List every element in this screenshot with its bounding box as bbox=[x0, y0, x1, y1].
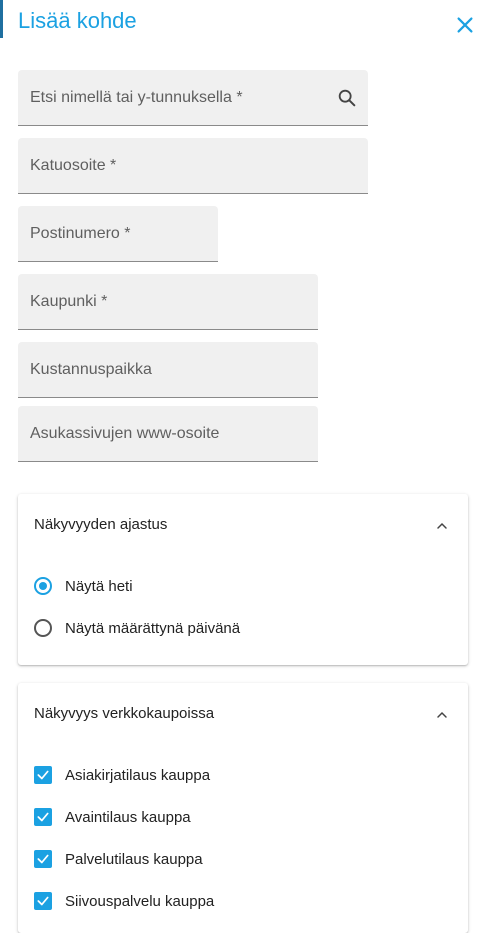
checkbox-label: Siivouspalvelu kauppa bbox=[65, 892, 215, 910]
radio-show-on-date[interactable]: Näytä määrättynä päivänä bbox=[34, 616, 240, 640]
postal-code-placeholder: Postinumero * bbox=[30, 225, 131, 242]
street-field[interactable]: Katuosoite * bbox=[18, 138, 368, 194]
dialog-title: Lisää kohde bbox=[18, 8, 137, 33]
checkbox-label: Palvelutilaus kauppa bbox=[65, 850, 203, 868]
shop-visibility-title[interactable]: Näkyvyys verkkokaupoissa bbox=[34, 705, 214, 722]
search-field[interactable]: Etsi nimellä tai y-tunnuksella * bbox=[18, 70, 368, 126]
cost-center-placeholder: Kustannuspaikka bbox=[30, 361, 152, 378]
city-field[interactable]: Kaupunki * bbox=[18, 274, 318, 330]
radio-label: Näytä määrättynä päivänä bbox=[65, 619, 241, 637]
radio-selected-icon[interactable] bbox=[34, 577, 52, 595]
checkbox-key-shop[interactable]: Avaintilaus kauppa bbox=[34, 805, 191, 829]
checkbox-document-shop[interactable]: Asiakirjatilaus kauppa bbox=[34, 763, 210, 787]
radio-show-now[interactable]: Näytä heti bbox=[34, 574, 133, 598]
postal-code-field[interactable]: Postinumero * bbox=[18, 206, 218, 262]
checkbox-label: Avaintilaus kauppa bbox=[65, 808, 191, 826]
checkbox-checked-icon[interactable] bbox=[34, 766, 52, 784]
search-icon[interactable] bbox=[336, 87, 358, 109]
website-placeholder: Asukassivujen www-osoite bbox=[30, 425, 220, 442]
shop-visibility-panel: Näkyvyys verkkokaupoissa Asiakirjatilaus… bbox=[18, 683, 468, 933]
cost-center-field[interactable]: Kustannuspaikka bbox=[18, 342, 318, 398]
checkbox-label: Asiakirjatilaus kauppa bbox=[65, 766, 211, 784]
checkbox-cleaning-shop[interactable]: Siivouspalvelu kauppa bbox=[34, 889, 214, 913]
radio-unselected-icon[interactable] bbox=[34, 619, 52, 637]
checkbox-checked-icon[interactable] bbox=[34, 850, 52, 868]
checkbox-checked-icon[interactable] bbox=[34, 808, 52, 826]
visibility-timing-title[interactable]: Näkyvyyden ajastus bbox=[34, 516, 167, 533]
radio-label: Näytä heti bbox=[65, 577, 133, 595]
website-field[interactable]: Asukassivujen www-osoite bbox=[18, 406, 318, 462]
search-placeholder: Etsi nimellä tai y-tunnuksella * bbox=[30, 89, 243, 106]
close-icon[interactable] bbox=[454, 14, 476, 36]
chevron-up-icon[interactable] bbox=[434, 518, 450, 534]
street-placeholder: Katuosoite * bbox=[30, 157, 117, 174]
checkbox-service-shop[interactable]: Palvelutilaus kauppa bbox=[34, 847, 203, 871]
chevron-up-icon[interactable] bbox=[434, 707, 450, 723]
visibility-timing-panel: Näkyvyyden ajastus Näytä heti Näytä määr… bbox=[18, 494, 468, 665]
city-placeholder: Kaupunki * bbox=[30, 293, 108, 310]
left-edge-accent bbox=[0, 0, 3, 38]
checkbox-checked-icon[interactable] bbox=[34, 892, 52, 910]
